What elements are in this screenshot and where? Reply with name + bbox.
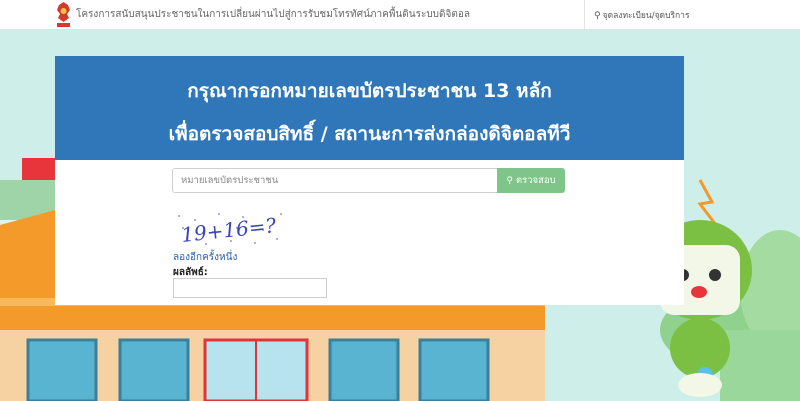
service-points-link[interactable]: ⚲ จุดลงทะเบียน/จุดบริการ	[594, 8, 690, 22]
site-title[interactable]: โครงการสนับสนุนประชาชนในการเปลี่ยนผ่านไป…	[76, 7, 470, 22]
navbar-divider	[584, 0, 585, 30]
captcha-image: 19+16=?	[173, 208, 285, 250]
retry-captcha-link[interactable]: ลองอีกครั้งหนึ่ง	[173, 250, 237, 265]
magnifier-icon: ⚲	[594, 11, 601, 21]
id-number-input[interactable]	[172, 168, 497, 193]
card-header: กรุณากรอกหมายเลขบัตรประชาชน 13 หลัก เพื่…	[55, 56, 684, 160]
heading-line-2: เพื่อตรวจสอบสิทธิ์ / สถานะการส่งกล่องดิจ…	[168, 123, 571, 145]
search-circle-icon: ⚲	[506, 175, 513, 185]
captcha-result-input[interactable]	[173, 278, 327, 298]
check-button-label: ตรวจสอบ	[515, 175, 556, 186]
check-button[interactable]: ⚲ ตรวจสอบ	[497, 168, 565, 193]
top-navbar: โครงการสนับสนุนประชาชนในการเปลี่ยนผ่านไป…	[0, 0, 800, 30]
nbtc-logo-icon[interactable]	[55, 1, 72, 28]
heading-line-1: กรุณากรอกหมายเลขบัตรประชาชน 13 หลัก	[187, 80, 552, 102]
service-points-label: จุดลงทะเบียน/จุดบริการ	[602, 11, 690, 21]
